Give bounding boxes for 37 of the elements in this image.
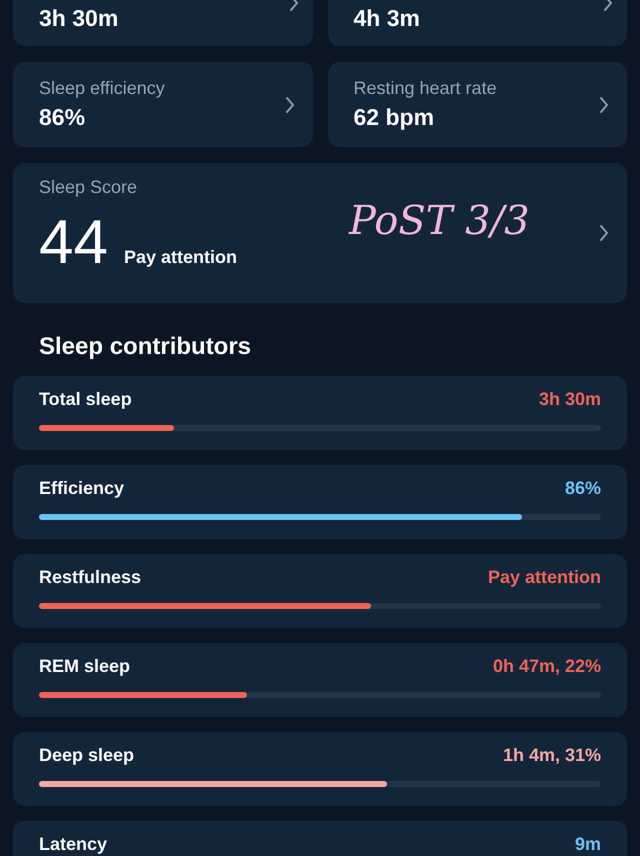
contributor-value: 0h 47m, 22% (492, 655, 601, 678)
contributor-name: REM sleep (39, 655, 130, 678)
metric-card[interactable]: Sleep efficiency 86% (13, 62, 312, 147)
section-heading: Sleep contributors (38, 332, 252, 362)
metric-label: Sleep efficiency (39, 76, 165, 100)
metric-card[interactable]: Resting heart rate 62 bpm (328, 62, 627, 147)
card-title: Sleep Score (39, 176, 138, 199)
contributor-card[interactable]: Total sleep 3h 30m (13, 376, 627, 450)
contributor-value: 1h 4m, 31% (502, 744, 601, 767)
contributor-name: Deep sleep (39, 744, 134, 767)
chevron-right-icon (284, 96, 294, 114)
metric-value: 86% (39, 102, 86, 132)
contributor-name: Latency (39, 833, 108, 856)
contributor-card[interactable]: REM sleep 0h 47m, 22% (13, 643, 627, 717)
score-status: Pay attention (124, 246, 237, 269)
metric-value: 3h 30m (39, 4, 118, 33)
contributor-name: Total sleep (39, 388, 132, 411)
metric-value: 62 bpm (354, 102, 436, 132)
metric-card[interactable]: 4h 3m (328, 0, 627, 46)
chevron-right-icon (599, 96, 609, 114)
contributor-card[interactable]: Efficiency 86% (13, 465, 627, 539)
contributor-value: 9m (574, 833, 601, 856)
contributor-name: Efficiency (39, 477, 124, 500)
contributor-value: 86% (564, 477, 601, 500)
sleep-score-card[interactable]: Sleep Score 44 Pay attention PoST 3/3 (13, 163, 627, 303)
contributor-value: 3h 30m (538, 388, 601, 411)
chevron-right-icon (599, 224, 609, 242)
score-value: 44 (39, 213, 108, 273)
contributor-card[interactable]: Deep sleep 1h 4m, 31% (13, 732, 627, 806)
handwritten-note: PoST 3/3 (349, 201, 530, 241)
contributor-name: Restfulness (39, 566, 142, 589)
metric-card[interactable]: 3h 30m (13, 0, 312, 46)
contributor-value: Pay attention (488, 566, 601, 589)
metric-label: Resting heart rate (354, 76, 497, 100)
contributor-card[interactable]: Latency 9m (13, 821, 627, 856)
contributor-card[interactable]: Restfulness Pay attention (13, 554, 627, 628)
metric-value: 4h 3m (354, 4, 420, 33)
